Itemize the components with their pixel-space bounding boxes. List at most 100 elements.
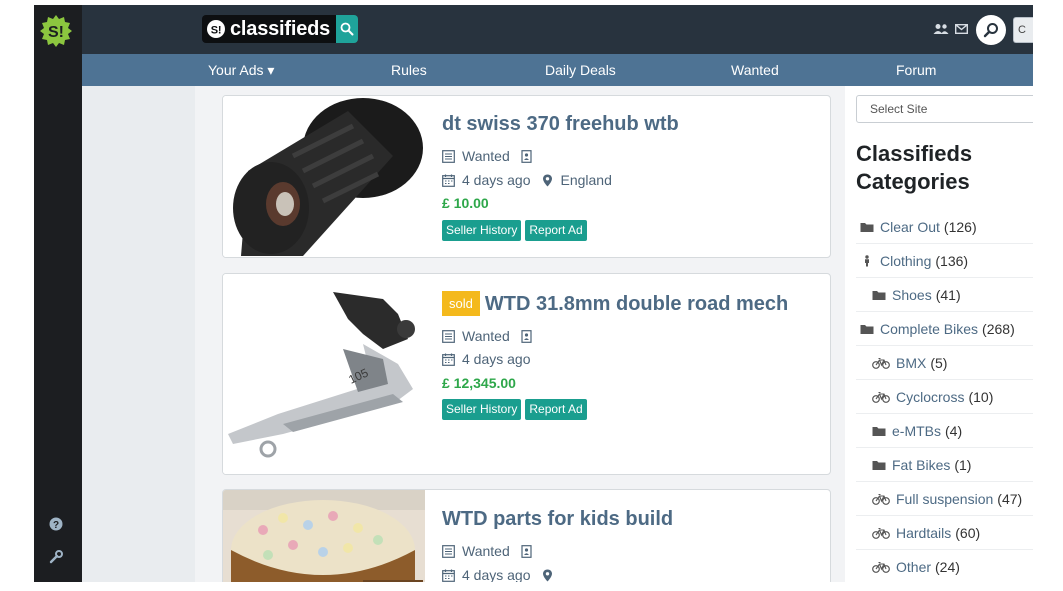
categories-heading: Classifieds Categories [856, 141, 973, 194]
bicycle-icon [872, 561, 896, 573]
left-gutter [82, 86, 195, 582]
listing-actions: Seller History Report Ad [442, 399, 591, 420]
header-actions: C [933, 13, 1033, 47]
location-pin-icon [542, 569, 552, 581]
brand-name: classifieds [230, 17, 331, 40]
listing-card[interactable]: dt swiss 370 freehub wtb Wanted 4 days a… [222, 95, 831, 258]
magnifier-icon [983, 23, 998, 38]
category-item[interactable]: Full suspension (47) [856, 482, 1033, 516]
nav-wanted[interactable]: Wanted [731, 54, 779, 86]
calendar-icon [442, 174, 455, 187]
listing-title[interactable]: dt swiss 370 freehub wtb [442, 113, 679, 136]
browser-viewport: S! ? S! classifieds C Your Ads ▾ Rules D… [34, 5, 1033, 582]
list-icon [442, 544, 455, 558]
category-item[interactable]: Shoes (41) [856, 278, 1033, 312]
site-logo-icon[interactable]: S! [39, 14, 73, 48]
category-count: (60) [955, 524, 981, 541]
category-name[interactable]: Complete Bikes [880, 321, 978, 337]
calendar-icon [442, 353, 455, 366]
listing-thumbnail[interactable] [223, 96, 425, 257]
listing-location: England [560, 172, 612, 188]
sold-badge: sold [442, 291, 480, 316]
listing-price: £ 12,345.00 [442, 375, 516, 391]
report-ad-button[interactable]: Report Ad [525, 399, 587, 420]
seller-history-button[interactable]: Seller History [442, 399, 522, 420]
category-item[interactable]: Other (24) [856, 550, 1033, 582]
category-count: (1) [954, 456, 972, 473]
category-name[interactable]: BMX [896, 355, 926, 371]
listing-age: 4 days ago [462, 567, 531, 582]
nav-your-ads[interactable]: Your Ads ▾ [208, 54, 274, 86]
list-icon [442, 149, 455, 163]
users-icon[interactable] [933, 23, 949, 38]
brand-search-button[interactable] [336, 15, 359, 43]
category-count: (47) [997, 490, 1023, 507]
category-name[interactable]: Shoes [892, 287, 932, 303]
category-count: (10) [968, 388, 994, 405]
account-button-label: C [1018, 24, 1026, 36]
listing-thumbnail[interactable] [223, 490, 425, 582]
listing-title[interactable]: WTD parts for kids build [442, 508, 673, 531]
category-count: (24) [935, 558, 960, 575]
global-search-button[interactable] [976, 15, 1006, 45]
listing-type: Wanted [462, 543, 510, 559]
listing-title[interactable]: WTD 31.8mm double road mech [485, 293, 788, 315]
category-item[interactable]: Clear Out (126) [856, 210, 1033, 244]
category-item[interactable]: e-MTBs (4) [856, 414, 1033, 448]
category-name[interactable]: Fat Bikes [892, 457, 950, 473]
category-name[interactable]: Full suspension [896, 491, 993, 507]
category-count: (268) [982, 320, 1015, 337]
help-icon[interactable]: ? [49, 517, 63, 531]
listing-type-row: Wanted [442, 543, 540, 559]
listing-type: Wanted [462, 148, 510, 164]
brand-logo[interactable]: S! classifieds [202, 15, 359, 43]
category-count: (5) [930, 354, 948, 371]
account-button[interactable]: C [1013, 17, 1033, 43]
left-rail: S! ? [34, 5, 82, 582]
contact-card-icon[interactable] [520, 149, 533, 163]
main-nav: Your Ads ▾ Rules Daily Deals Wanted Foru… [82, 54, 1033, 86]
category-item[interactable]: Clothing (136) [856, 244, 1033, 278]
category-name[interactable]: e-MTBs [892, 423, 941, 439]
category-item[interactable]: Cyclocross (10) [856, 380, 1033, 414]
listing-card[interactable]: 105 sold WTD 31.8mm double road mech Want… [222, 273, 831, 475]
folder-icon [860, 221, 880, 233]
bicycle-icon [872, 493, 896, 505]
category-item[interactable]: Hardtails (60) [856, 516, 1033, 550]
category-name[interactable]: Clothing [880, 253, 931, 269]
search-icon [340, 22, 354, 36]
listing-age-row: 4 days ago [442, 351, 531, 367]
category-count: (126) [943, 218, 977, 235]
wrench-icon[interactable] [49, 550, 63, 564]
category-item[interactable]: Fat Bikes (1) [856, 448, 1033, 482]
svg-text:S!: S! [211, 25, 222, 37]
category-sidebar: Select Site Classifieds Categories Clear… [845, 86, 1033, 582]
nav-forum[interactable]: Forum [896, 54, 936, 86]
person-icon [860, 254, 880, 267]
listing-thumbnail[interactable]: 105 [223, 274, 425, 474]
report-ad-button[interactable]: Report Ad [525, 220, 587, 241]
brand-name-box[interactable]: S! classifieds [202, 15, 337, 43]
freehub-image [223, 96, 425, 257]
category-name[interactable]: Clear Out [880, 219, 940, 235]
select-site-dropdown[interactable]: Select Site [856, 95, 1033, 123]
seller-history-button[interactable]: Seller History [442, 220, 522, 241]
category-name[interactable]: Hardtails [896, 525, 951, 541]
category-item[interactable]: Complete Bikes (268) [856, 312, 1033, 346]
nav-daily-deals[interactable]: Daily Deals [545, 54, 616, 86]
category-count: (4) [945, 422, 963, 439]
listing-card[interactable]: WTD parts for kids build Wanted 4 days a… [222, 489, 831, 582]
contact-card-icon[interactable] [520, 329, 533, 343]
cake-image [223, 490, 425, 582]
contact-card-icon[interactable] [520, 544, 533, 558]
category-name[interactable]: Other [896, 559, 931, 575]
listing-actions: Seller History Report Ad [442, 220, 591, 241]
mail-icon[interactable] [954, 23, 969, 37]
calendar-icon [442, 569, 455, 582]
nav-rules[interactable]: Rules [391, 54, 427, 86]
bicycle-icon [872, 357, 896, 369]
front-derailleur-image: 105 [223, 274, 425, 474]
category-item[interactable]: BMX (5) [856, 346, 1033, 380]
listing-type-row: Wanted [442, 148, 540, 164]
category-name[interactable]: Cyclocross [896, 389, 964, 405]
